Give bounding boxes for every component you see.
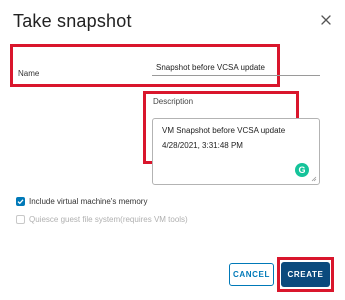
include-memory-checkbox[interactable] bbox=[16, 197, 25, 206]
snapshot-name-input[interactable] bbox=[152, 60, 320, 76]
description-textarea[interactable]: VM Snapshot before VCSA update 4/28/2021… bbox=[152, 118, 320, 185]
take-snapshot-dialog: Take snapshot Name Description VM Snapsh… bbox=[0, 0, 345, 300]
checkmark-icon bbox=[17, 199, 24, 205]
quiesce-label: Quiesce guest file system(requires VM to… bbox=[29, 215, 188, 224]
description-line: VM Snapshot before VCSA update bbox=[162, 126, 286, 135]
quiesce-option: Quiesce guest file system(requires VM to… bbox=[16, 215, 188, 224]
resize-handle-icon[interactable] bbox=[311, 176, 317, 182]
include-memory-label: Include virtual machine's memory bbox=[29, 197, 148, 206]
description-label: Description bbox=[153, 97, 194, 106]
cancel-button[interactable]: CANCEL bbox=[229, 263, 274, 286]
dialog-title: Take snapshot bbox=[13, 11, 132, 31]
quiesce-checkbox bbox=[16, 215, 25, 224]
description-line: 4/28/2021, 3:31:48 PM bbox=[162, 141, 243, 150]
grammarly-icon[interactable]: G bbox=[295, 163, 309, 177]
close-icon[interactable] bbox=[318, 12, 334, 28]
include-memory-option[interactable]: Include virtual machine's memory bbox=[16, 197, 147, 206]
name-label: Name bbox=[18, 69, 40, 78]
create-button[interactable]: CREATE bbox=[281, 262, 330, 287]
